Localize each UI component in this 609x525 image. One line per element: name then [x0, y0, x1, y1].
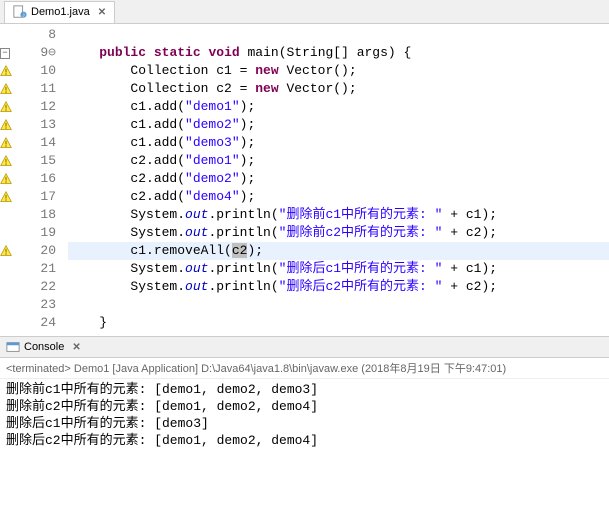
code-line[interactable]: c1.removeAll(c2);	[68, 242, 609, 260]
tab-filename: Demo1.java	[31, 6, 90, 18]
code-line[interactable]	[68, 296, 609, 314]
console-icon	[6, 340, 20, 354]
code-line[interactable]: }	[68, 314, 609, 332]
code-line[interactable]: System.out.println("删除后c2中所有的元素: " + c2)…	[68, 278, 609, 296]
code-line[interactable]: Collection c1 = new Vector();	[68, 62, 609, 80]
warning-icon[interactable]	[0, 242, 18, 260]
console-line: 删除前c1中所有的元素: [demo1, demo2, demo3]	[6, 381, 603, 398]
code-line[interactable]	[68, 26, 609, 44]
code-line[interactable]: c2.add("demo4");	[68, 188, 609, 206]
console-tab-label: Console	[24, 341, 64, 353]
java-file-icon: J	[13, 5, 27, 19]
editor-tab-demo1[interactable]: J Demo1.java ✕	[4, 1, 115, 23]
code-line[interactable]: System.out.println("删除后c1中所有的元素: " + c1)…	[68, 260, 609, 278]
code-line[interactable]: c2.add("demo2");	[68, 170, 609, 188]
terminated-label: <terminated>	[6, 363, 71, 375]
console-header: <terminated> Demo1 [Java Application] D:…	[0, 358, 609, 379]
code-editor[interactable]: − 89⊖101112131415161718192021222324 publ…	[0, 24, 609, 332]
code-line[interactable]: Collection c2 = new Vector();	[68, 80, 609, 98]
code-area[interactable]: public static void main(String[] args) {…	[62, 24, 609, 332]
editor-tab-bar: J Demo1.java ✕	[0, 0, 609, 24]
warning-icon[interactable]	[0, 116, 18, 134]
console-output[interactable]: 删除前c1中所有的元素: [demo1, demo2, demo3]删除前c2中…	[0, 379, 609, 451]
warning-icon[interactable]	[0, 152, 18, 170]
warning-icon[interactable]	[0, 98, 18, 116]
close-icon[interactable]: ✕	[72, 342, 80, 353]
console-line: 删除后c2中所有的元素: [demo1, demo2, demo4]	[6, 432, 603, 449]
code-line[interactable]: c1.add("demo2");	[68, 116, 609, 134]
warning-icon[interactable]	[0, 170, 18, 188]
warning-icon[interactable]	[0, 188, 18, 206]
code-line[interactable]: c2.add("demo1");	[68, 152, 609, 170]
console-line: 删除前c2中所有的元素: [demo1, demo2, demo4]	[6, 398, 603, 415]
console-line: 删除后c1中所有的元素: [demo3]	[6, 415, 603, 432]
console-tab[interactable]: Console ✕	[0, 336, 609, 358]
line-numbers: 89⊖101112131415161718192021222324	[18, 24, 62, 332]
warning-icon[interactable]	[0, 134, 18, 152]
launch-info: Demo1 [Java Application] D:\Java64\java1…	[71, 363, 506, 375]
code-line[interactable]: public static void main(String[] args) {	[68, 44, 609, 62]
code-line[interactable]: c1.add("demo1");	[68, 98, 609, 116]
close-icon[interactable]: ✕	[98, 7, 106, 18]
code-line[interactable]: System.out.println("删除前c1中所有的元素: " + c1)…	[68, 206, 609, 224]
code-line[interactable]: System.out.println("删除前c2中所有的元素: " + c2)…	[68, 224, 609, 242]
warning-icon[interactable]	[0, 62, 18, 80]
svg-text:J: J	[22, 12, 24, 17]
code-line[interactable]: c1.add("demo3");	[68, 134, 609, 152]
warning-icon[interactable]	[0, 80, 18, 98]
fold-icon[interactable]: −	[0, 48, 10, 59]
